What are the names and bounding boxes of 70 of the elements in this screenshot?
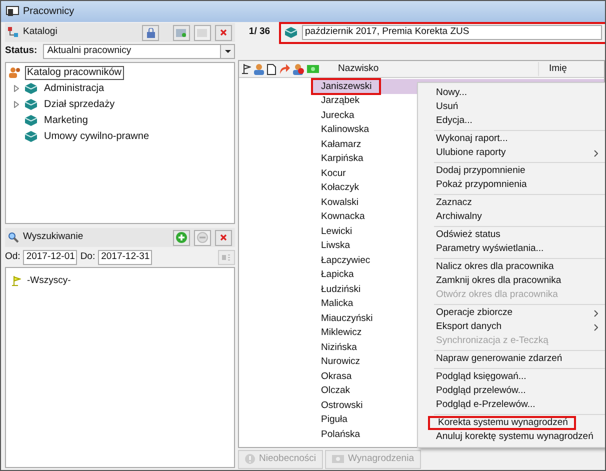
redo-arrow-icon (279, 64, 290, 74)
catalog-icon (8, 27, 19, 38)
panel-title: Wyszukiwanie (23, 230, 84, 244)
search-icon (8, 232, 19, 243)
menu-item[interactable]: Wykonaj raport... (428, 132, 604, 146)
menu-item[interactable]: Korekta systemu wynagrodzeń (428, 416, 576, 430)
money-icon (307, 64, 319, 74)
menu-item[interactable]: Pokaż przypomnienia (428, 178, 604, 192)
menu-item[interactable]: Operacje zbiorcze (428, 306, 604, 320)
name-cell-text: Kalinowska (320, 123, 370, 136)
from-date-field[interactable]: 2017-12-01 (23, 250, 78, 265)
person-icon (254, 64, 264, 74)
tree-item[interactable]: Marketing (42, 113, 90, 128)
status-dropdown[interactable]: Aktualni pracownicy (43, 44, 235, 59)
money-icon (332, 454, 344, 464)
menu-item[interactable]: Eksport danych (428, 320, 604, 334)
panel-title: Katalogi (23, 25, 58, 40)
name-cell-text: Malicka (320, 297, 354, 310)
menu-item[interactable]: Odśwież status (428, 228, 604, 242)
from-label: Od: (5, 250, 20, 264)
menu-item[interactable]: Zaznacz (428, 196, 604, 210)
people-icon (9, 67, 21, 78)
to-date-field[interactable]: 2017-12-31 (98, 250, 152, 265)
close-button[interactable] (215, 24, 232, 40)
tree-item[interactable]: Umowy cywilno-prawne (42, 129, 152, 144)
expand-arrow-icon[interactable] (14, 101, 18, 108)
add-folder-button[interactable] (173, 24, 190, 40)
add-button[interactable] (173, 230, 190, 246)
tree-item[interactable]: Administracja (42, 81, 106, 96)
window-title: Pracownicy (23, 5, 74, 19)
search-item[interactable]: -Wszyscy- (27, 274, 71, 288)
menu-item[interactable]: Ulubione raporty (428, 146, 604, 160)
flag-icon (12, 276, 21, 286)
column-header[interactable]: Imię (538, 62, 567, 76)
column-header[interactable]: Nazwisko (328, 62, 538, 76)
menu-item[interactable]: Edycja... (428, 114, 604, 128)
menu-item[interactable]: Archiwalny (428, 210, 604, 224)
close-button[interactable] (215, 230, 232, 246)
menu-item[interactable]: Usuń (428, 100, 604, 114)
tree-item[interactable]: Katalog pracowników (25, 66, 124, 80)
menu-item[interactable]: Nowy... (428, 86, 604, 100)
name-cell: Janiszewski (313, 80, 379, 93)
period-field[interactable]: październik 2017, Premia Korekta ZUS (302, 25, 602, 40)
dropdown-arrow-icon (224, 50, 230, 53)
close-icon (220, 29, 227, 36)
remove-folder-button[interactable] (194, 24, 211, 40)
expand-arrow-icon[interactable] (14, 85, 18, 92)
close-icon (220, 234, 227, 241)
lock-button[interactable] (142, 24, 159, 40)
menu-item[interactable]: Dodaj przypomnienie (428, 164, 604, 178)
flag-icon (242, 64, 251, 74)
menu-item[interactable]: Podgląd księgowań... (428, 370, 604, 384)
menu-item[interactable]: Podgląd e-Przelewów... (428, 398, 604, 412)
window-icon (6, 6, 19, 17)
minus-icon (197, 232, 208, 243)
record-counter: 1/ 36 (248, 25, 272, 40)
alert-icon (245, 454, 255, 464)
to-label: Do: (80, 250, 96, 264)
remove-button[interactable] (194, 230, 211, 246)
menu-item[interactable]: Napraw generowanie zdarzeń (428, 352, 604, 366)
lock-icon (146, 28, 154, 38)
menu-item[interactable]: Nalicz okres dla pracownika (428, 260, 604, 274)
menu-item[interactable]: Parametry wyświetlania... (428, 242, 604, 256)
status-label: Status: (5, 44, 38, 58)
menu-item[interactable]: Anuluj korektę systemu wynagrodzeń (428, 430, 604, 444)
tree-item[interactable]: Dział sprzedaży (42, 97, 117, 112)
document-icon (267, 64, 276, 74)
menu-item[interactable]: Podgląd przelewów... (428, 384, 604, 398)
menu-item[interactable]: Zamknij okres dla pracownika (428, 274, 604, 288)
plus-icon (176, 232, 187, 243)
